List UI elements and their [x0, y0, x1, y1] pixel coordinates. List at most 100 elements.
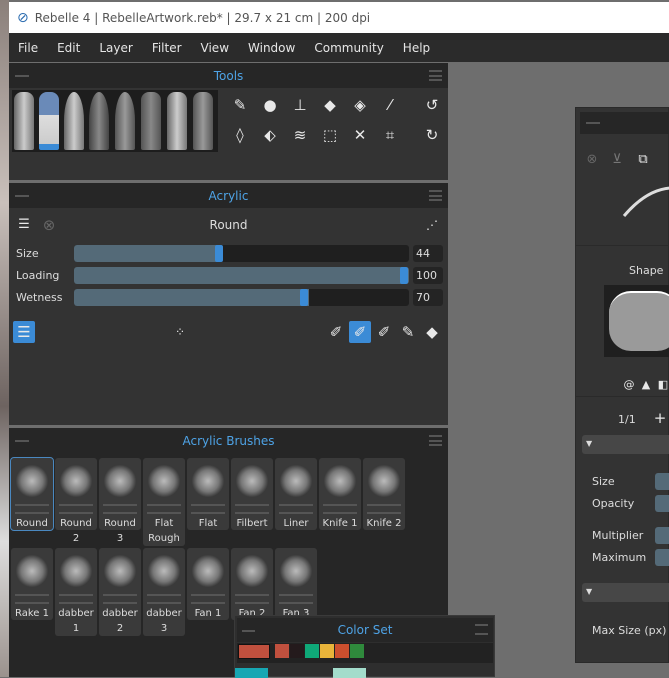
shape-preview[interactable] [604, 285, 669, 357]
undo-icon[interactable]: ↺ [421, 94, 443, 116]
wide-brush-tool[interactable] [14, 92, 34, 150]
brush-preset-knife-1[interactable]: Knife 1 [319, 458, 361, 530]
menu-file[interactable]: File [18, 41, 38, 55]
color-swatch[interactable] [305, 644, 319, 658]
max-size-label: Max Size (px) [592, 624, 667, 637]
color-swatch[interactable] [290, 644, 304, 658]
add-shape-icon[interactable]: + [649, 407, 669, 429]
redo-icon[interactable]: ↻ [421, 124, 443, 146]
menu-filter[interactable]: Filter [152, 41, 182, 55]
water-drop-icon[interactable]: ◊ [229, 124, 251, 146]
brush-thumbnail [235, 550, 269, 592]
transform-icon[interactable]: ✕ [349, 124, 371, 146]
menu-edit[interactable]: Edit [57, 41, 80, 55]
menu-layer[interactable]: Layer [99, 41, 132, 55]
wetness-label: Wetness [16, 291, 63, 304]
minimize-icon[interactable] [15, 75, 29, 77]
maximum-slider[interactable] [655, 549, 669, 566]
settings-sliders-icon[interactable]: ☰ [13, 321, 35, 343]
eyedropper-icon[interactable]: ⁄ [379, 94, 401, 116]
brush-preset-round-3[interactable]: Round 3 [99, 458, 141, 544]
blend-icon[interactable]: ● [259, 94, 281, 116]
particles-icon[interactable]: ⁘ [169, 321, 191, 343]
stamp-icon[interactable]: ⊥ [289, 94, 311, 116]
wetness-slider[interactable] [74, 289, 409, 306]
brush-preset-fan-2[interactable]: Fan 2 [231, 548, 273, 620]
brush-label: Knife 1 [322, 518, 358, 529]
airbrush-tool[interactable] [193, 92, 213, 150]
minimize-icon[interactable] [15, 195, 29, 197]
brush-preset-round-2[interactable]: Round 2 [55, 458, 97, 544]
current-color[interactable] [238, 644, 270, 659]
ink-pen-tool[interactable] [89, 92, 109, 150]
brush-thumbnail [103, 460, 137, 502]
brush-preset-knife-2[interactable]: Knife 2 [363, 458, 405, 530]
wetness-value[interactable]: 70 [413, 289, 443, 306]
loading-slider[interactable] [74, 267, 409, 284]
menu-icon[interactable] [429, 435, 442, 446]
paint-blend-mode-icon[interactable]: ✐ [349, 321, 371, 343]
opacity-slider[interactable] [655, 495, 669, 512]
menu-community[interactable]: Community [314, 41, 383, 55]
color-swatch[interactable] [335, 644, 349, 658]
brush-preset-flat[interactable]: Flat [187, 458, 229, 530]
brush-preset-fan-1[interactable]: Fan 1 [187, 548, 229, 620]
size-slider[interactable] [655, 473, 669, 490]
felt-pen-tool[interactable] [167, 92, 187, 150]
menu-icon[interactable] [429, 190, 442, 201]
menu-icon[interactable] [429, 70, 442, 81]
blue-brush-tool[interactable] [39, 92, 59, 150]
brush-preset-filbert[interactable]: Filbert [231, 458, 273, 530]
menu-view[interactable]: View [201, 41, 229, 55]
brush-preset-rake-1[interactable]: Rake 1 [11, 548, 53, 620]
color-swatch[interactable] [350, 644, 364, 658]
pencil-tool[interactable] [115, 92, 135, 150]
brush-stats [59, 594, 93, 604]
blot-icon[interactable]: ⬖ [259, 124, 281, 146]
multiplier-slider[interactable] [655, 527, 669, 544]
brush-preset-dabber-3[interactable]: dabber 3 [143, 548, 185, 636]
invert-shape-icon[interactable]: ◧ [652, 374, 669, 396]
duplicate-icon[interactable]: ⧉ [632, 149, 654, 171]
erase-mode-icon[interactable]: ◆ [421, 321, 443, 343]
fill-bucket-icon[interactable]: ◈ [349, 94, 371, 116]
round-brush-tool[interactable] [64, 92, 84, 150]
size-value[interactable]: 44 [413, 245, 443, 262]
color-swatch[interactable] [275, 644, 289, 658]
section-toggle[interactable]: ▼ [582, 435, 669, 454]
brush-preset-round[interactable]: Round [10, 457, 54, 531]
menu-help[interactable]: Help [403, 41, 430, 55]
brush-thumbnail [59, 460, 93, 502]
reset-icon[interactable]: ⊗ [581, 149, 603, 171]
brush-preset-dabber-2[interactable]: dabber 2 [99, 548, 141, 636]
import-icon[interactable]: ⊻ [606, 149, 628, 171]
brush-preset-liner[interactable]: Liner [275, 458, 317, 530]
brush-stats [15, 504, 49, 514]
eraser-icon[interactable]: ◆ [319, 94, 341, 116]
brush-preset-fan-3[interactable]: Fan 3 [275, 548, 317, 620]
selection-icon[interactable]: ⬚ [319, 124, 341, 146]
pencil-icon[interactable]: ✎ [229, 94, 251, 116]
crop-icon[interactable]: ⌗ [379, 124, 401, 146]
loading-value[interactable]: 100 [413, 267, 443, 284]
size-slider[interactable] [74, 245, 409, 262]
acrylic-panel-header: Acrylic [9, 183, 448, 208]
panel-title: Acrylic Brushes [182, 433, 275, 448]
brush-preset-flat-rough[interactable]: Flat Rough [143, 458, 185, 546]
section-toggle[interactable]: ▼ [582, 583, 669, 602]
menu-window[interactable]: Window [248, 41, 295, 55]
brush-label: Round 3 [104, 518, 136, 544]
minimize-icon[interactable] [15, 440, 29, 442]
blow-icon[interactable]: ≋ [289, 124, 311, 146]
marker-tool[interactable] [141, 92, 161, 150]
blend-mode-icon[interactable]: ✐ [373, 321, 395, 343]
paint-mode-icon[interactable]: ✐ [325, 321, 347, 343]
brush-preset-dabber-1[interactable]: dabber 1 [55, 548, 97, 636]
brush-label: Flat [198, 518, 218, 529]
smudge-mode-icon[interactable]: ✎ [397, 321, 419, 343]
color-swatch[interactable] [320, 644, 334, 658]
opacity-label: Opacity [592, 497, 635, 510]
brush-thumbnail [279, 550, 313, 592]
brush-stats [323, 504, 357, 514]
stroke-path-icon[interactable]: ⋰ [421, 214, 443, 236]
